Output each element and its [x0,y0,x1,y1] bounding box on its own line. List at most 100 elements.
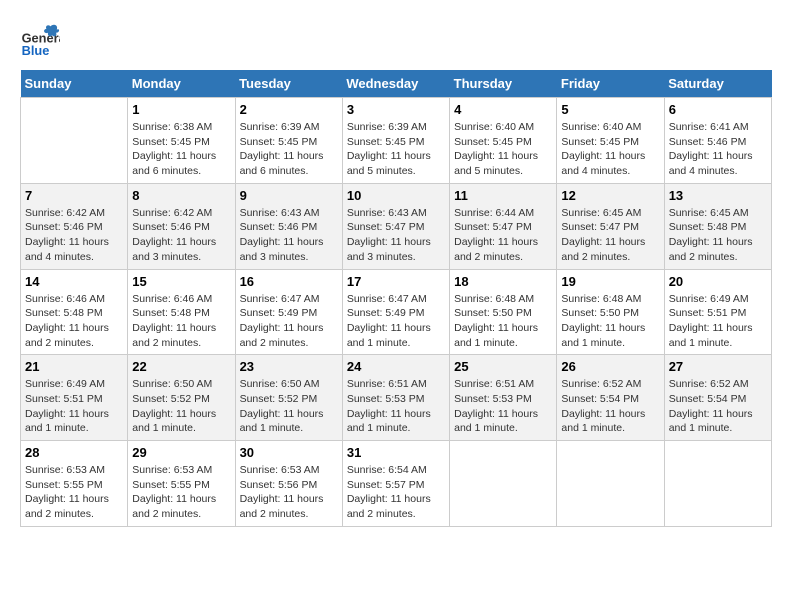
day-info: Sunrise: 6:47 AM Sunset: 5:49 PM Dayligh… [240,292,338,351]
day-info: Sunrise: 6:42 AM Sunset: 5:46 PM Dayligh… [132,206,230,265]
day-number: 31 [347,445,445,460]
day-of-week-header: Wednesday [342,70,449,98]
calendar-day-cell: 30 Sunrise: 6:53 AM Sunset: 5:56 PM Dayli… [235,441,342,527]
calendar-day-cell: 5 Sunrise: 6:40 AM Sunset: 5:45 PM Daylig… [557,98,664,184]
calendar-day-cell: 22Sunrise: 6:50 AM Sunset: 5:52 PM Dayli… [128,355,235,441]
day-info: Sunrise: 6:45 AM Sunset: 5:48 PM Dayligh… [669,206,767,265]
day-info: Sunrise: 6:53 AM Sunset: 5:55 PM Dayligh… [132,463,230,522]
calendar-day-cell: 3Sunrise: 6:39 AM Sunset: 5:45 PM Daylig… [342,98,449,184]
day-number: 23 [240,359,338,374]
day-number: 5 [561,102,659,117]
logo: General Blue [20,20,60,60]
day-of-week-header: Sunday [21,70,128,98]
day-info: Sunrise: 6:40 AM Sunset: 5:45 PM Dayligh… [454,120,552,179]
day-number: 26 [561,359,659,374]
day-info: Sunrise: 6:53 AM Sunset: 5:55 PM Dayligh… [25,463,123,522]
calendar-day-cell: 31 Sunrise: 6:54 AM Sunset: 5:57 PM Dayli… [342,441,449,527]
day-info: Sunrise: 6:49 AM Sunset: 5:51 PM Dayligh… [669,292,767,351]
day-of-week-header: Thursday [450,70,557,98]
day-number: 28 [25,445,123,460]
calendar-day-cell: 4 Sunrise: 6:40 AM Sunset: 5:45 PM Daylig… [450,98,557,184]
day-info: Sunrise: 6:45 AM Sunset: 5:47 PM Dayligh… [561,206,659,265]
day-number: 10 [347,188,445,203]
day-number: 30 [240,445,338,460]
calendar-day-cell [557,441,664,527]
calendar-day-cell: 6 Sunrise: 6:41 AM Sunset: 5:46 PM Daylig… [664,98,771,184]
calendar-day-cell: 25Sunrise: 6:51 AM Sunset: 5:53 PM Dayli… [450,355,557,441]
day-info: Sunrise: 6:41 AM Sunset: 5:46 PM Dayligh… [669,120,767,179]
day-info: Sunrise: 6:50 AM Sunset: 5:52 PM Dayligh… [240,377,338,436]
day-number: 29 [132,445,230,460]
calendar-day-cell [664,441,771,527]
calendar-day-cell: 21Sunrise: 6:49 AM Sunset: 5:51 PM Dayli… [21,355,128,441]
day-info: Sunrise: 6:39 AM Sunset: 5:45 PM Dayligh… [240,120,338,179]
day-number: 17 [347,274,445,289]
day-number: 11 [454,188,552,203]
day-number: 20 [669,274,767,289]
day-info: Sunrise: 6:40 AM Sunset: 5:45 PM Dayligh… [561,120,659,179]
day-of-week-header: Tuesday [235,70,342,98]
page-header: General Blue [20,20,772,60]
calendar-day-cell: 15 Sunrise: 6:46 AM Sunset: 5:48 PM Dayli… [128,269,235,355]
calendar-day-cell: 18Sunrise: 6:48 AM Sunset: 5:50 PM Dayli… [450,269,557,355]
day-number: 2 [240,102,338,117]
day-info: Sunrise: 6:54 AM Sunset: 5:57 PM Dayligh… [347,463,445,522]
day-of-week-header: Friday [557,70,664,98]
day-info: Sunrise: 6:53 AM Sunset: 5:56 PM Dayligh… [240,463,338,522]
calendar-day-cell: 14Sunrise: 6:46 AM Sunset: 5:48 PM Dayli… [21,269,128,355]
day-number: 4 [454,102,552,117]
calendar-day-cell: 9 Sunrise: 6:43 AM Sunset: 5:46 PM Daylig… [235,183,342,269]
day-number: 7 [25,188,123,203]
day-number: 6 [669,102,767,117]
calendar-week-row: 21Sunrise: 6:49 AM Sunset: 5:51 PM Dayli… [21,355,772,441]
day-info: Sunrise: 6:43 AM Sunset: 5:47 PM Dayligh… [347,206,445,265]
day-number: 22 [132,359,230,374]
calendar-table: SundayMondayTuesdayWednesdayThursdayFrid… [20,70,772,527]
day-number: 1 [132,102,230,117]
calendar-day-cell: 29 Sunrise: 6:53 AM Sunset: 5:55 PM Dayli… [128,441,235,527]
day-number: 9 [240,188,338,203]
calendar-day-cell: 1Sunrise: 6:38 AM Sunset: 5:45 PM Daylig… [128,98,235,184]
calendar-header-row: SundayMondayTuesdayWednesdayThursdayFrid… [21,70,772,98]
day-info: Sunrise: 6:42 AM Sunset: 5:46 PM Dayligh… [25,206,123,265]
calendar-day-cell: 26 Sunrise: 6:52 AM Sunset: 5:54 PM Dayli… [557,355,664,441]
day-of-week-header: Monday [128,70,235,98]
calendar-day-cell: 23 Sunrise: 6:50 AM Sunset: 5:52 PM Dayli… [235,355,342,441]
day-info: Sunrise: 6:48 AM Sunset: 5:50 PM Dayligh… [561,292,659,351]
day-info: Sunrise: 6:51 AM Sunset: 5:53 PM Dayligh… [347,377,445,436]
day-number: 19 [561,274,659,289]
day-number: 24 [347,359,445,374]
day-info: Sunrise: 6:52 AM Sunset: 5:54 PM Dayligh… [669,377,767,436]
calendar-day-cell: 13 Sunrise: 6:45 AM Sunset: 5:48 PM Dayli… [664,183,771,269]
day-info: Sunrise: 6:46 AM Sunset: 5:48 PM Dayligh… [132,292,230,351]
day-info: Sunrise: 6:47 AM Sunset: 5:49 PM Dayligh… [347,292,445,351]
calendar-day-cell: 2 Sunrise: 6:39 AM Sunset: 5:45 PM Daylig… [235,98,342,184]
calendar-day-cell: 16Sunrise: 6:47 AM Sunset: 5:49 PM Dayli… [235,269,342,355]
day-info: Sunrise: 6:49 AM Sunset: 5:51 PM Dayligh… [25,377,123,436]
calendar-day-cell: 27 Sunrise: 6:52 AM Sunset: 5:54 PM Dayli… [664,355,771,441]
calendar-day-cell: 19 Sunrise: 6:48 AM Sunset: 5:50 PM Dayli… [557,269,664,355]
calendar-day-cell: 28 Sunrise: 6:53 AM Sunset: 5:55 PM Dayli… [21,441,128,527]
day-number: 25 [454,359,552,374]
calendar-week-row: 14 Sunrise: 6:46 AM Sunset: 5:48 PM Dayli… [21,269,772,355]
day-number: 27 [669,359,767,374]
day-info: Sunrise: 6:52 AM Sunset: 5:54 PM Dayligh… [561,377,659,436]
day-info: Sunrise: 6:43 AM Sunset: 5:46 PM Dayligh… [240,206,338,265]
day-number: 18 [454,274,552,289]
calendar-day-cell: 7 Sunrise: 6:42 AM Sunset: 5:46 PM Daylig… [21,183,128,269]
day-number: 12 [561,188,659,203]
calendar-day-cell [21,98,128,184]
day-number: 15 [132,274,230,289]
calendar-week-row: 1Sunrise: 6:38 AM Sunset: 5:45 PM Daylig… [21,98,772,184]
day-of-week-header: Saturday [664,70,771,98]
day-number: 13 [669,188,767,203]
calendar-week-row: 7 Sunrise: 6:42 AM Sunset: 5:46 PM Daylig… [21,183,772,269]
day-number: 14 [25,274,123,289]
day-info: Sunrise: 6:39 AM Sunset: 5:45 PM Dayligh… [347,120,445,179]
day-number: 8 [132,188,230,203]
calendar-day-cell: 17 Sunrise: 6:47 AM Sunset: 5:49 PM Dayli… [342,269,449,355]
calendar-day-cell: 11Sunrise: 6:44 AM Sunset: 5:47 PM Dayli… [450,183,557,269]
calendar-day-cell: 24 Sunrise: 6:51 AM Sunset: 5:53 PM Dayli… [342,355,449,441]
calendar-day-cell: 10 Sunrise: 6:43 AM Sunset: 5:47 PM Dayli… [342,183,449,269]
calendar-week-row: 28 Sunrise: 6:53 AM Sunset: 5:55 PM Dayli… [21,441,772,527]
